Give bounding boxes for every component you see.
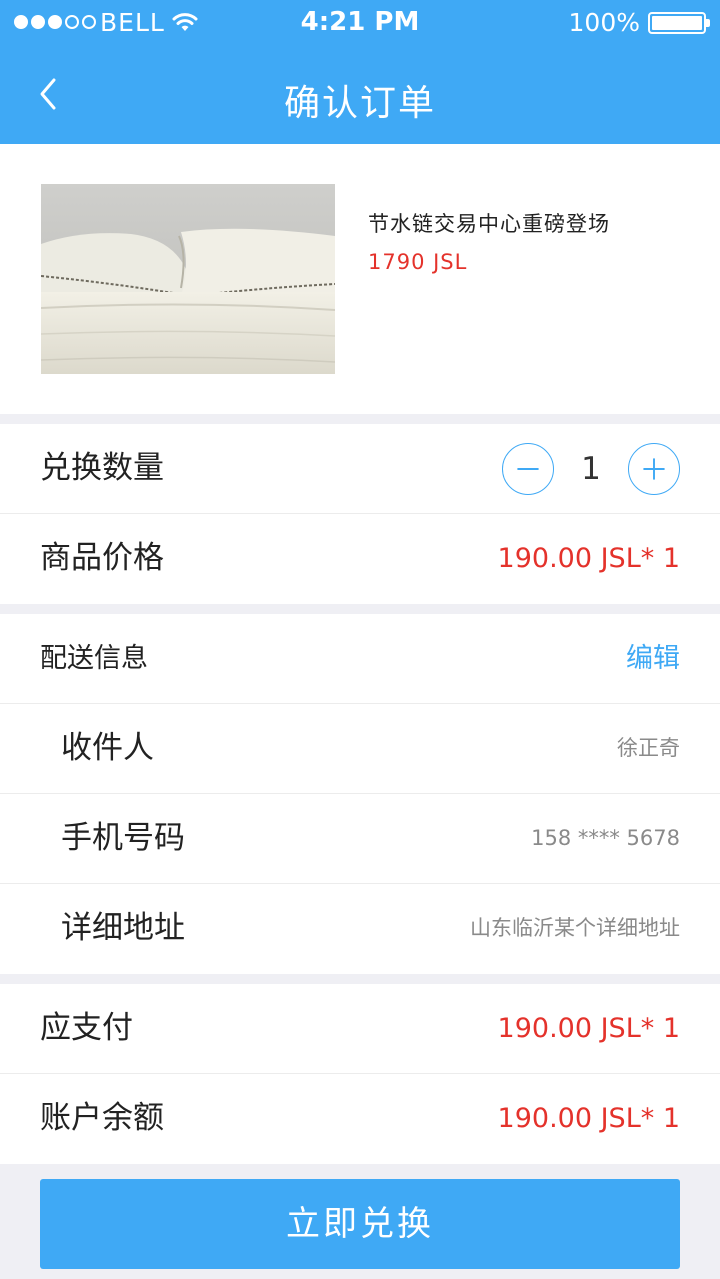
delivery-header-row: 配送信息 编辑 — [0, 614, 720, 704]
item-price-row: 商品价格 190.00 JSL* 1 — [0, 514, 720, 604]
product-card: 节水链交易中心重磅登场 1790 JSL — [0, 144, 720, 414]
payment-section: 应支付 190.00 JSL* 1 账户余额 190.00 JSL* 1 — [0, 984, 720, 1164]
account-balance-value: 190.00 JSL* 1 — [497, 1103, 680, 1134]
order-confirm-screen: BELL 4:21 PM 100% 确认订单 节水链交易中心重磅登场 1790 … — [0, 0, 720, 1279]
quantity-label: 兑换数量 — [40, 450, 164, 486]
item-price-value: 190.00 JSL* 1 — [497, 543, 680, 574]
increment-button[interactable] — [628, 443, 680, 495]
status-bar: BELL 4:21 PM 100% — [0, 0, 720, 46]
phone-label: 手机号码 — [61, 820, 185, 856]
recipient-label: 收件人 — [61, 730, 154, 766]
address-label: 详细地址 — [61, 910, 185, 946]
amount-due-value: 190.00 JSL* 1 — [497, 1013, 680, 1044]
redeem-now-button[interactable]: 立即兑换 — [40, 1179, 680, 1269]
header: BELL 4:21 PM 100% 确认订单 — [0, 0, 720, 144]
account-balance-row: 账户余额 190.00 JSL* 1 — [0, 1074, 720, 1164]
product-price: 1790 JSL — [368, 250, 468, 274]
address-row: 详细地址 山东临沂某个详细地址 — [0, 884, 720, 974]
recipient-value: 徐正奇 — [617, 736, 680, 760]
recipient-row: 收件人 徐正奇 — [0, 704, 720, 794]
quantity-row: 兑换数量 1 — [0, 424, 720, 514]
delivery-section: 配送信息 编辑 收件人 徐正奇 手机号码 158 **** 5678 详细地址 … — [0, 614, 720, 974]
quantity-stepper: 1 — [502, 443, 680, 495]
product-image — [41, 184, 335, 374]
delivery-title: 配送信息 — [40, 643, 148, 674]
battery-percentage: 100% — [568, 8, 640, 37]
amount-due-row: 应支付 190.00 JSL* 1 — [0, 984, 720, 1074]
address-value: 山东临沂某个详细地址 — [470, 916, 680, 940]
battery-icon — [648, 12, 710, 34]
account-balance-label: 账户余额 — [40, 1100, 164, 1136]
product-name: 节水链交易中心重磅登场 — [368, 212, 610, 236]
amount-due-label: 应支付 — [40, 1010, 133, 1046]
phone-row: 手机号码 158 **** 5678 — [0, 794, 720, 884]
edit-delivery-link[interactable]: 编辑 — [626, 614, 680, 703]
quantity-value: 1 — [581, 451, 601, 487]
quantity-section: 兑换数量 1 商品价格 190.00 JSL* 1 — [0, 424, 720, 604]
nav-bar: 确认订单 — [0, 46, 720, 144]
page-title: 确认订单 — [283, 83, 436, 124]
plus-icon — [643, 458, 665, 480]
phone-value: 158 **** 5678 — [531, 826, 680, 850]
minus-icon — [517, 468, 539, 470]
decrement-button[interactable] — [502, 443, 554, 495]
item-price-label: 商品价格 — [40, 540, 164, 576]
